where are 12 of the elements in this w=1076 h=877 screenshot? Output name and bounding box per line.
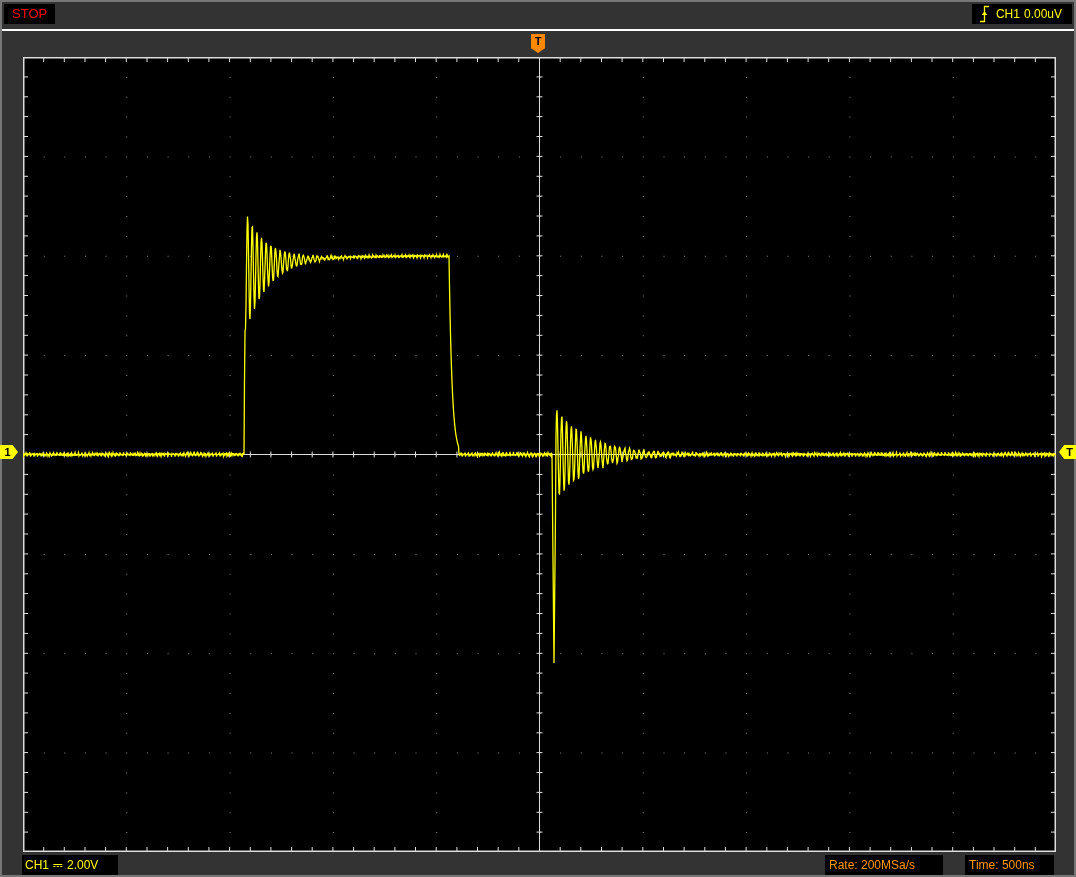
volts-per-division: 2.00V bbox=[67, 857, 99, 874]
channel-marker[interactable]: 1 bbox=[0, 445, 18, 459]
run-status: STOP bbox=[4, 4, 56, 24]
trigger-level-marker[interactable]: T bbox=[1059, 445, 1076, 459]
sample-rate-readout: Rate: 200MSa/s bbox=[825, 855, 943, 875]
timebase-readout: Time: 500ns bbox=[965, 855, 1054, 875]
channel-name: CH1 bbox=[25, 857, 49, 874]
coupling-symbol: ⎓ bbox=[53, 857, 63, 874]
trigger-channel: CH1 bbox=[995, 6, 1020, 23]
rising-edge-icon bbox=[979, 5, 989, 23]
trigger-position-marker[interactable]: T bbox=[531, 34, 545, 53]
trigger-level: 0.00uV bbox=[1023, 6, 1062, 23]
